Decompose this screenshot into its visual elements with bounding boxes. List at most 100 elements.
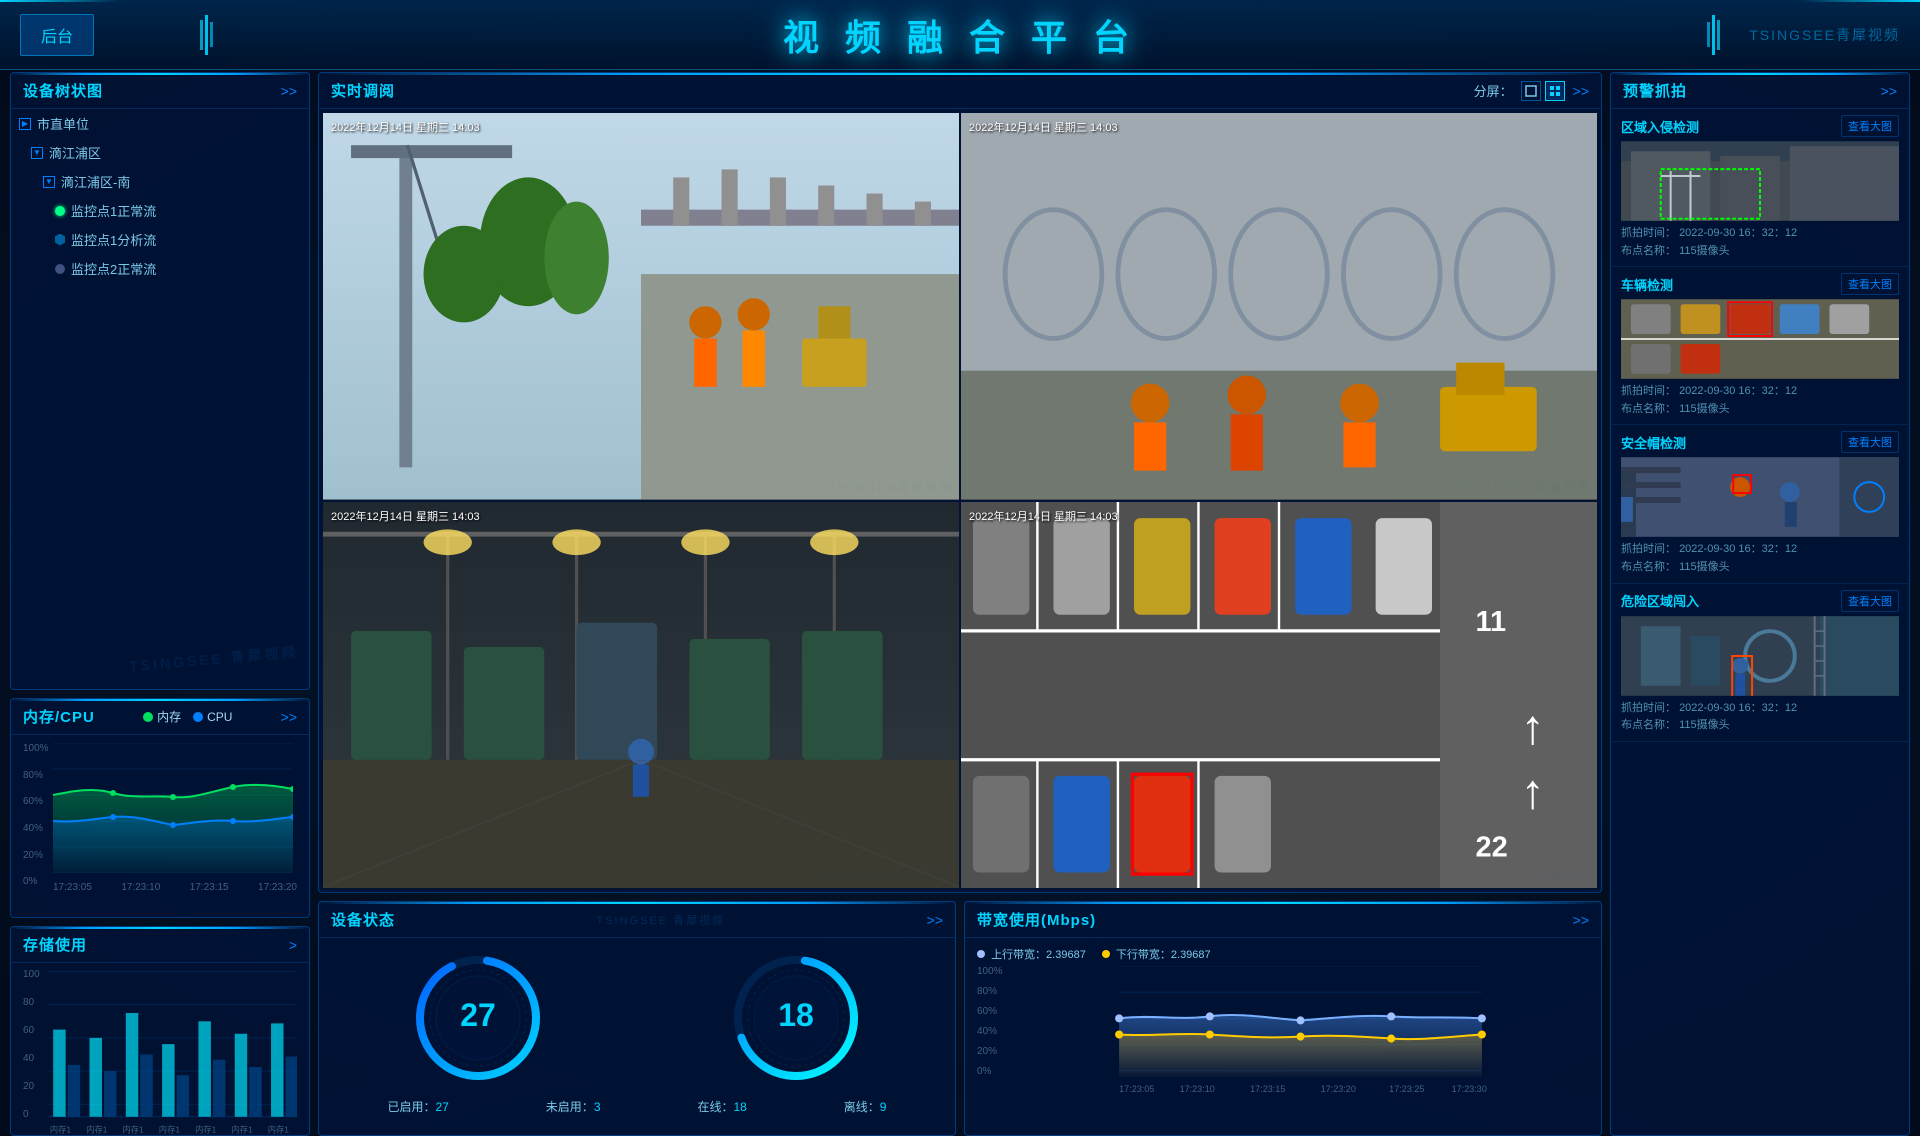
- device-gauges: 27: [319, 938, 955, 1098]
- alert-items-container: 区域入侵检测 查看大图: [1611, 109, 1909, 1135]
- video-cell-1[interactable]: 2022年12月14日 星期三 14:03: [323, 113, 959, 500]
- page-title: 视 频 融 合 平 台: [783, 9, 1137, 61]
- bandwidth-legend: 上行带宽：2.39687 下行带宽：2.39687: [977, 946, 1589, 962]
- tree-shield-icon: [55, 234, 65, 246]
- tree-label: 监控点1分析流: [71, 230, 156, 249]
- cpu-chart-svg: [53, 743, 293, 873]
- svg-text:↑: ↑: [1521, 700, 1545, 754]
- storage-more[interactable]: >: [289, 937, 297, 953]
- bandwidth-header: 带宽使用(Mbps) >>: [965, 902, 1601, 938]
- device-tree-more[interactable]: >>: [281, 83, 297, 99]
- alert-vehicle-view-btn[interactable]: 查看大图: [1841, 273, 1899, 295]
- svg-text:内存1: 内存1: [50, 1125, 72, 1135]
- cpu-legend-item: CPU: [193, 710, 232, 724]
- left-column: 设备树状图 >> ▶ 市直单位 ▼ 滴江浦区 ▼ 滴江浦区-南 监控: [10, 72, 310, 1136]
- device-tree-title: 设备树状图: [23, 80, 103, 101]
- alert-item-zone: 区域入侵检测 查看大图: [1611, 109, 1909, 267]
- alert-helmet-type: 安全帽检测: [1621, 433, 1686, 452]
- gauge-online: 18: [726, 948, 866, 1088]
- alert-vehicle-meta: 抓拍时间： 2022-09-30 16：32：12 布点名称： 115摄像头: [1621, 383, 1899, 418]
- cpu-panel-title: 内存/CPU: [23, 706, 95, 727]
- alert-danger-view-btn[interactable]: 查看大图: [1841, 590, 1899, 612]
- factory-scene-svg: [323, 502, 959, 889]
- cpu-more[interactable]: >>: [281, 709, 297, 725]
- alert-danger-header: 危险区域闯入 查看大图: [1621, 590, 1899, 612]
- bandwidth-panel: 带宽使用(Mbps) >> 上行带宽：2.39687 下行带宽：2.39687: [964, 901, 1602, 1136]
- cpu-x-labels: 17:23:0517:23:1017:23:1517:23:20: [53, 882, 297, 893]
- split-buttons: [1521, 81, 1565, 101]
- upload-legend-dot: [977, 950, 985, 958]
- tree-item-qingjiang[interactable]: ▼ 滴江浦区: [11, 138, 309, 167]
- device-status-more[interactable]: >>: [927, 912, 943, 928]
- storage-bar-chart-svg: 内存1 内存1 内存1 内存1 内存1 内存1 内存1: [48, 969, 297, 1136]
- stat-offline: 离线：9: [844, 1098, 887, 1115]
- tree-item-monitor2-normal[interactable]: 监控点2正常流: [11, 254, 309, 283]
- tree-label: 监控点1正常流: [71, 201, 156, 220]
- alert-more[interactable]: >>: [1881, 83, 1897, 99]
- video-cell-4[interactable]: 2022年12月14日 星期三 14:03: [961, 502, 1597, 889]
- storage-panel-header: 存储使用 >: [11, 927, 309, 963]
- split-4-button[interactable]: [1545, 81, 1565, 101]
- device-tree-panel: 设备树状图 >> ▶ 市直单位 ▼ 滴江浦区 ▼ 滴江浦区-南 监控: [10, 72, 310, 690]
- alert-zone-type: 区域入侵检测: [1621, 117, 1699, 136]
- bottom-center-row: 设备状态 TSINGSEE 青犀视频 >>: [318, 901, 1602, 1136]
- split-1-button[interactable]: [1521, 81, 1541, 101]
- alert-danger-time: 抓拍时间： 2022-09-30 16：32：12: [1621, 700, 1899, 718]
- tree-circle-gray-icon: [55, 264, 65, 274]
- svg-text:17:23:20: 17:23:20: [1321, 1084, 1356, 1094]
- alert-vehicle-camera: 布点名称： 115摄像头: [1621, 401, 1899, 419]
- alert-helmet-header: 安全帽检测 查看大图: [1621, 431, 1899, 453]
- alert-zone-img: [1621, 141, 1899, 221]
- cpu-panel: 内存/CPU 内存 CPU >> 100%80%60%40%20%0%: [10, 698, 310, 918]
- alert-zone-time: 抓拍时间： 2022-09-30 16：32：12: [1621, 225, 1899, 243]
- alert-vehicle-img-svg: [1621, 299, 1899, 379]
- tree-item-qingjiang-south[interactable]: ▼ 滴江浦区-南: [11, 167, 309, 196]
- svg-text:↑: ↑: [1521, 765, 1545, 819]
- svg-text:17:23:25: 17:23:25: [1389, 1084, 1424, 1094]
- alert-danger-camera: 布点名称： 115摄像头: [1621, 717, 1899, 735]
- video-cell-2[interactable]: 2022年12月14日 星期三 14:03: [961, 113, 1597, 500]
- svg-text:内存1: 内存1: [159, 1125, 181, 1135]
- alert-danger-img-svg: [1621, 616, 1899, 696]
- tree-label: 监控点2正常流: [71, 259, 156, 278]
- alert-item-helmet: 安全帽检测 查看大图: [1611, 425, 1909, 583]
- svg-text:内存1: 内存1: [231, 1125, 253, 1135]
- cpu-legend: 内存 CPU: [143, 708, 232, 725]
- realtime-more[interactable]: >>: [1573, 83, 1589, 99]
- video-grid: 2022年12月14日 星期三 14:03: [319, 109, 1601, 892]
- center-column: 实时调阅 分屏：: [318, 72, 1602, 1136]
- cpu-legend-label: CPU: [207, 710, 232, 724]
- memory-legend: 内存: [143, 708, 181, 725]
- video-cell-3[interactable]: 2022年12月14日 星期三 14:03: [323, 502, 959, 889]
- device-stats-labels: 已启用：27 未启用：3 在线：18 离线：9: [319, 1098, 955, 1115]
- bandwidth-more[interactable]: >>: [1573, 912, 1589, 928]
- device-tree-header: 设备树状图 >>: [11, 73, 309, 109]
- storage-panel-title: 存储使用: [23, 934, 87, 955]
- svg-text:27: 27: [460, 997, 496, 1033]
- svg-text:内存1: 内存1: [268, 1125, 290, 1135]
- device-tree-body: ▶ 市直单位 ▼ 滴江浦区 ▼ 滴江浦区-南 监控点1正常流 监控点1分: [11, 109, 309, 283]
- stat-disabled: 未启用：3: [546, 1098, 601, 1115]
- tree-item-monitor1-normal[interactable]: 监控点1正常流: [11, 196, 309, 225]
- alert-helmet-time: 抓拍时间： 2022-09-30 16：32：12: [1621, 541, 1899, 559]
- video-header: 实时调阅 分屏：: [319, 73, 1601, 109]
- back-button[interactable]: 后台: [20, 14, 94, 56]
- storage-chart-wrap: 100806040200: [23, 969, 297, 1136]
- alert-danger-type: 危险区域闯入: [1621, 591, 1699, 610]
- alert-helmet-img: [1621, 457, 1899, 537]
- tree-item-monitor1-analyze[interactable]: 监控点1分析流: [11, 225, 309, 254]
- svg-text:18: 18: [778, 997, 814, 1033]
- gauge-enabled: 27: [408, 948, 548, 1088]
- alert-capture-title: 预警抓拍: [1623, 80, 1687, 101]
- alert-helmet-view-btn[interactable]: 查看大图: [1841, 431, 1899, 453]
- alert-zone-view-btn[interactable]: 查看大图: [1841, 115, 1899, 137]
- alert-zone-meta: 抓拍时间： 2022-09-30 16：32：12 布点名称： 115摄像头: [1621, 225, 1899, 260]
- alert-zone-camera: 布点名称： 115摄像头: [1621, 243, 1899, 261]
- alert-danger-meta: 抓拍时间： 2022-09-30 16：32：12 布点名称： 115摄像头: [1621, 700, 1899, 735]
- svg-text:内存1: 内存1: [195, 1125, 217, 1135]
- tree-label: 市直单位: [37, 114, 89, 133]
- bandwidth-chart-svg-wrap: 17:23:05 17:23:10 17:23:15 17:23:20 17:2…: [1012, 966, 1589, 1097]
- svg-text:17:23:30: 17:23:30: [1452, 1084, 1487, 1094]
- tree-item-city[interactable]: ▶ 市直单位: [11, 109, 309, 138]
- storage-y-labels: 100806040200: [23, 969, 48, 1136]
